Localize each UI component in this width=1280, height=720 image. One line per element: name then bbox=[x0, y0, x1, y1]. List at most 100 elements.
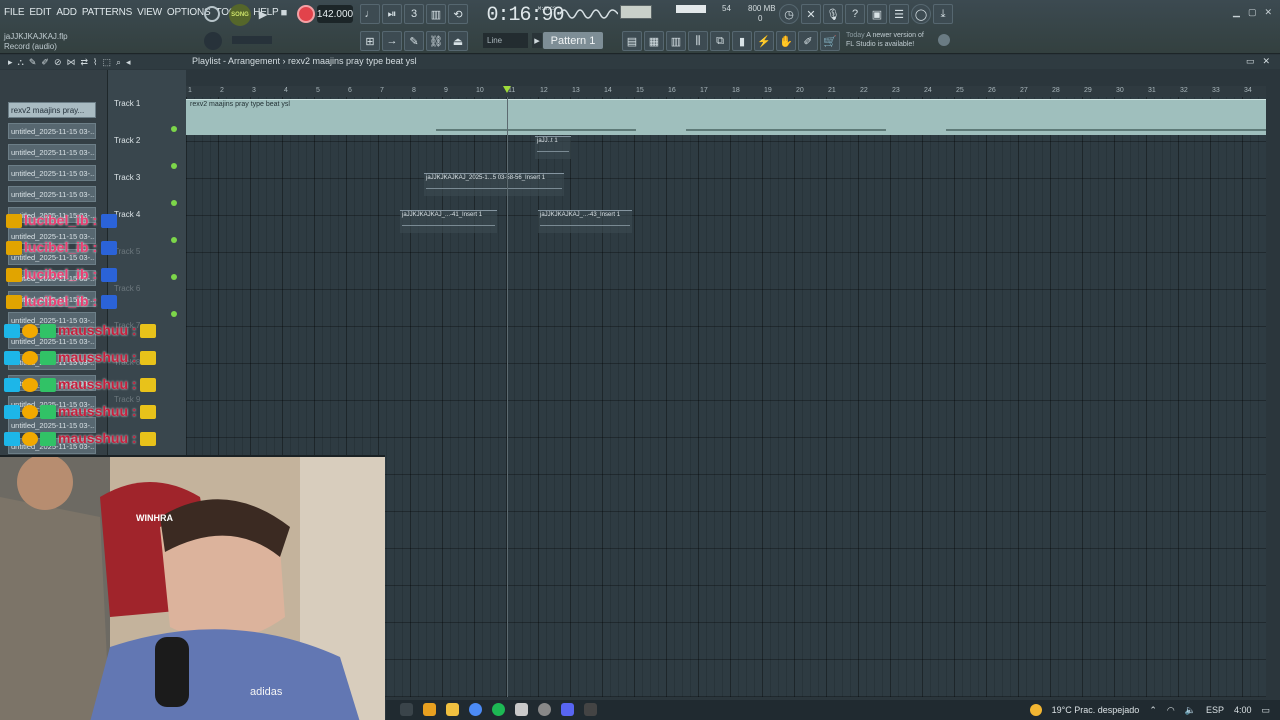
sign-icon[interactable]: ✐ bbox=[798, 31, 818, 51]
playlist-icon[interactable]: ▤ bbox=[622, 31, 642, 51]
clock-icon[interactable]: ◷ bbox=[779, 4, 799, 24]
chrome-icon[interactable] bbox=[469, 703, 482, 716]
menu-add[interactable]: ADD bbox=[56, 7, 77, 18]
snap-selector[interactable]: Line bbox=[483, 33, 528, 48]
playlist-close-icon[interactable]: ✕ bbox=[1262, 56, 1270, 67]
spotify-icon[interactable] bbox=[492, 703, 505, 716]
metronome-icon[interactable]: ♩ bbox=[360, 4, 380, 24]
plugin-picker-icon[interactable]: ⚡ bbox=[754, 31, 774, 51]
snap-icon[interactable]: ⊞ bbox=[360, 31, 380, 51]
menu-view[interactable]: VIEW bbox=[137, 7, 162, 18]
news-panel[interactable]: Today A newer version of FL Studio is av… bbox=[846, 31, 924, 49]
menu-file[interactable]: FILE bbox=[4, 7, 25, 18]
loop-record-icon[interactable]: ⟲ bbox=[448, 4, 468, 24]
mixer-icon[interactable]: ☰ bbox=[889, 4, 909, 24]
pat-song-knob-icon[interactable] bbox=[204, 6, 220, 22]
picker-item[interactable]: untitled_2025-11-15 03-... bbox=[8, 144, 96, 160]
minimize-icon[interactable]: ▁ bbox=[1233, 7, 1240, 18]
track-enable-led[interactable] bbox=[171, 311, 177, 317]
menu-patterns[interactable]: PATTERNS bbox=[82, 7, 132, 18]
fl-studio-icon[interactable] bbox=[423, 703, 436, 716]
tray-chevron-icon[interactable]: ⌃ bbox=[1149, 705, 1157, 716]
audio-clip[interactable]: jaJJKJKAJKAJ_...-41_Insert 1 bbox=[400, 210, 497, 233]
stop-button[interactable]: ■ bbox=[276, 5, 292, 21]
pencil-icon[interactable]: ✎ bbox=[404, 31, 424, 51]
download-icon[interactable]: ⤓ bbox=[933, 4, 953, 24]
step-edit-icon[interactable]: ▥ bbox=[426, 4, 446, 24]
record-button[interactable] bbox=[297, 5, 315, 23]
audio-clip[interactable]: jaJJKJKAJKAJ_2025-1...5 03-58-56_Insert … bbox=[424, 173, 564, 196]
song-time-display[interactable]: 0:16:90 M:S:CS bbox=[487, 2, 565, 28]
brush-tool-icon[interactable]: ✐ bbox=[41, 57, 49, 68]
clock-text[interactable]: 4:00 bbox=[1234, 705, 1252, 715]
wait-input-icon[interactable]: ⏯ bbox=[382, 4, 402, 24]
track-enable-led[interactable] bbox=[171, 237, 177, 243]
task-view-icon[interactable] bbox=[400, 703, 413, 716]
chat-icon[interactable]: ◯ bbox=[911, 4, 931, 24]
track-label[interactable]: Track 6 bbox=[114, 284, 140, 293]
tools-icon[interactable]: ✕ bbox=[801, 4, 821, 24]
save-icon[interactable]: ▣ bbox=[867, 4, 887, 24]
menu-edit[interactable]: EDIT bbox=[29, 7, 51, 18]
master-pitch-knob[interactable] bbox=[204, 32, 222, 50]
picker-item[interactable]: untitled_2025-11-15 03-... bbox=[8, 165, 96, 181]
notification-icon[interactable]: ▭ bbox=[1261, 705, 1270, 716]
track-enable-led[interactable] bbox=[171, 126, 177, 132]
stamp-icon[interactable]: ⏏ bbox=[448, 31, 468, 51]
playlist-minimize-icon[interactable]: ▭ bbox=[1246, 56, 1255, 67]
track-enable-led[interactable] bbox=[171, 163, 177, 169]
timeline-ruler[interactable]: 1 2 3 4 5 6 7 8 9 10 11 12 13 14 15 16 1… bbox=[186, 86, 1266, 97]
master-volume-slider[interactable] bbox=[232, 36, 272, 44]
mute-tool-icon[interactable]: ⋈ bbox=[66, 57, 75, 68]
file-explorer-icon[interactable] bbox=[446, 703, 459, 716]
arrow-icon[interactable]: → bbox=[382, 31, 402, 51]
lang-text[interactable]: ESP bbox=[1206, 705, 1224, 715]
maximize-icon[interactable]: ▢ bbox=[1248, 7, 1257, 18]
speaker-tool-icon[interactable]: ◂ bbox=[126, 57, 131, 68]
magnet-icon[interactable]: ⛬ bbox=[18, 57, 24, 68]
track-label[interactable]: Track 2 bbox=[114, 136, 140, 145]
weather-text[interactable]: 19°C Prac. despejado bbox=[1052, 705, 1140, 715]
close-icon[interactable]: ✕ bbox=[1264, 7, 1272, 18]
volume-icon[interactable]: 🔈 bbox=[1185, 705, 1196, 716]
channel-rack-icon[interactable]: ▥ bbox=[666, 31, 686, 51]
store-icon[interactable]: 🛒 bbox=[820, 31, 840, 51]
play-button[interactable]: ▶ bbox=[254, 5, 272, 23]
song-mode-button[interactable]: SONG bbox=[229, 4, 251, 26]
delete-tool-icon[interactable]: ⊘ bbox=[54, 57, 62, 68]
plugin-database-icon[interactable]: ▮ bbox=[732, 31, 752, 51]
zoom-tool-icon[interactable]: ⌕ bbox=[116, 57, 121, 68]
picker-item[interactable]: untitled_2025-11-15 03-... bbox=[8, 186, 96, 202]
picker-item[interactable]: untitled_2025-11-15 03-... bbox=[8, 123, 96, 139]
help-icon[interactable]: ? bbox=[845, 4, 865, 24]
pencil-tool-icon[interactable]: ✎ bbox=[29, 57, 37, 68]
wifi-icon[interactable]: ◠ bbox=[1167, 705, 1175, 716]
track-enable-led[interactable] bbox=[171, 200, 177, 206]
link-icon[interactable]: ⛓ bbox=[426, 31, 446, 51]
pattern-selector[interactable]: Pattern 1 bbox=[543, 32, 603, 49]
touch-keyboard-icon[interactable]: ✋ bbox=[776, 31, 796, 51]
select-tool-icon[interactable]: ⬚ bbox=[102, 57, 111, 68]
track-label[interactable]: Track 3 bbox=[114, 173, 140, 182]
playlist-menu-icon[interactable]: ▸ bbox=[8, 57, 13, 68]
microphone-icon[interactable]: 🎙 bbox=[823, 4, 843, 24]
audio-clip-track1[interactable]: rexv2 maajins pray type beat ysl bbox=[186, 99, 1266, 135]
globe-icon[interactable] bbox=[938, 34, 950, 46]
slice-tool-icon[interactable]: ⌇ bbox=[93, 57, 97, 68]
countdown-icon[interactable]: 3 bbox=[404, 4, 424, 24]
track-enable-led[interactable] bbox=[171, 274, 177, 280]
audio-clip[interactable]: jaJJ..t 1 bbox=[535, 136, 571, 159]
browser-window-icon[interactable]: ⧉ bbox=[710, 31, 730, 51]
piano-roll-icon[interactable]: ▦ bbox=[644, 31, 664, 51]
picker-item[interactable]: rexv2 maajins pray... bbox=[8, 102, 96, 118]
tempo-display[interactable]: 142.000 bbox=[317, 5, 353, 23]
track-label[interactable]: Track 1 bbox=[114, 99, 140, 108]
github-icon[interactable] bbox=[538, 703, 551, 716]
playhead-marker[interactable] bbox=[503, 86, 511, 93]
discord-icon[interactable] bbox=[561, 703, 574, 716]
slip-tool-icon[interactable]: ⇄ bbox=[80, 57, 88, 68]
pattern-prev-icon[interactable]: ▸ bbox=[532, 33, 542, 48]
obs-icon[interactable] bbox=[515, 703, 528, 716]
capcut-icon[interactable] bbox=[584, 703, 597, 716]
mixer-window-icon[interactable]: ⫼ bbox=[688, 31, 708, 51]
